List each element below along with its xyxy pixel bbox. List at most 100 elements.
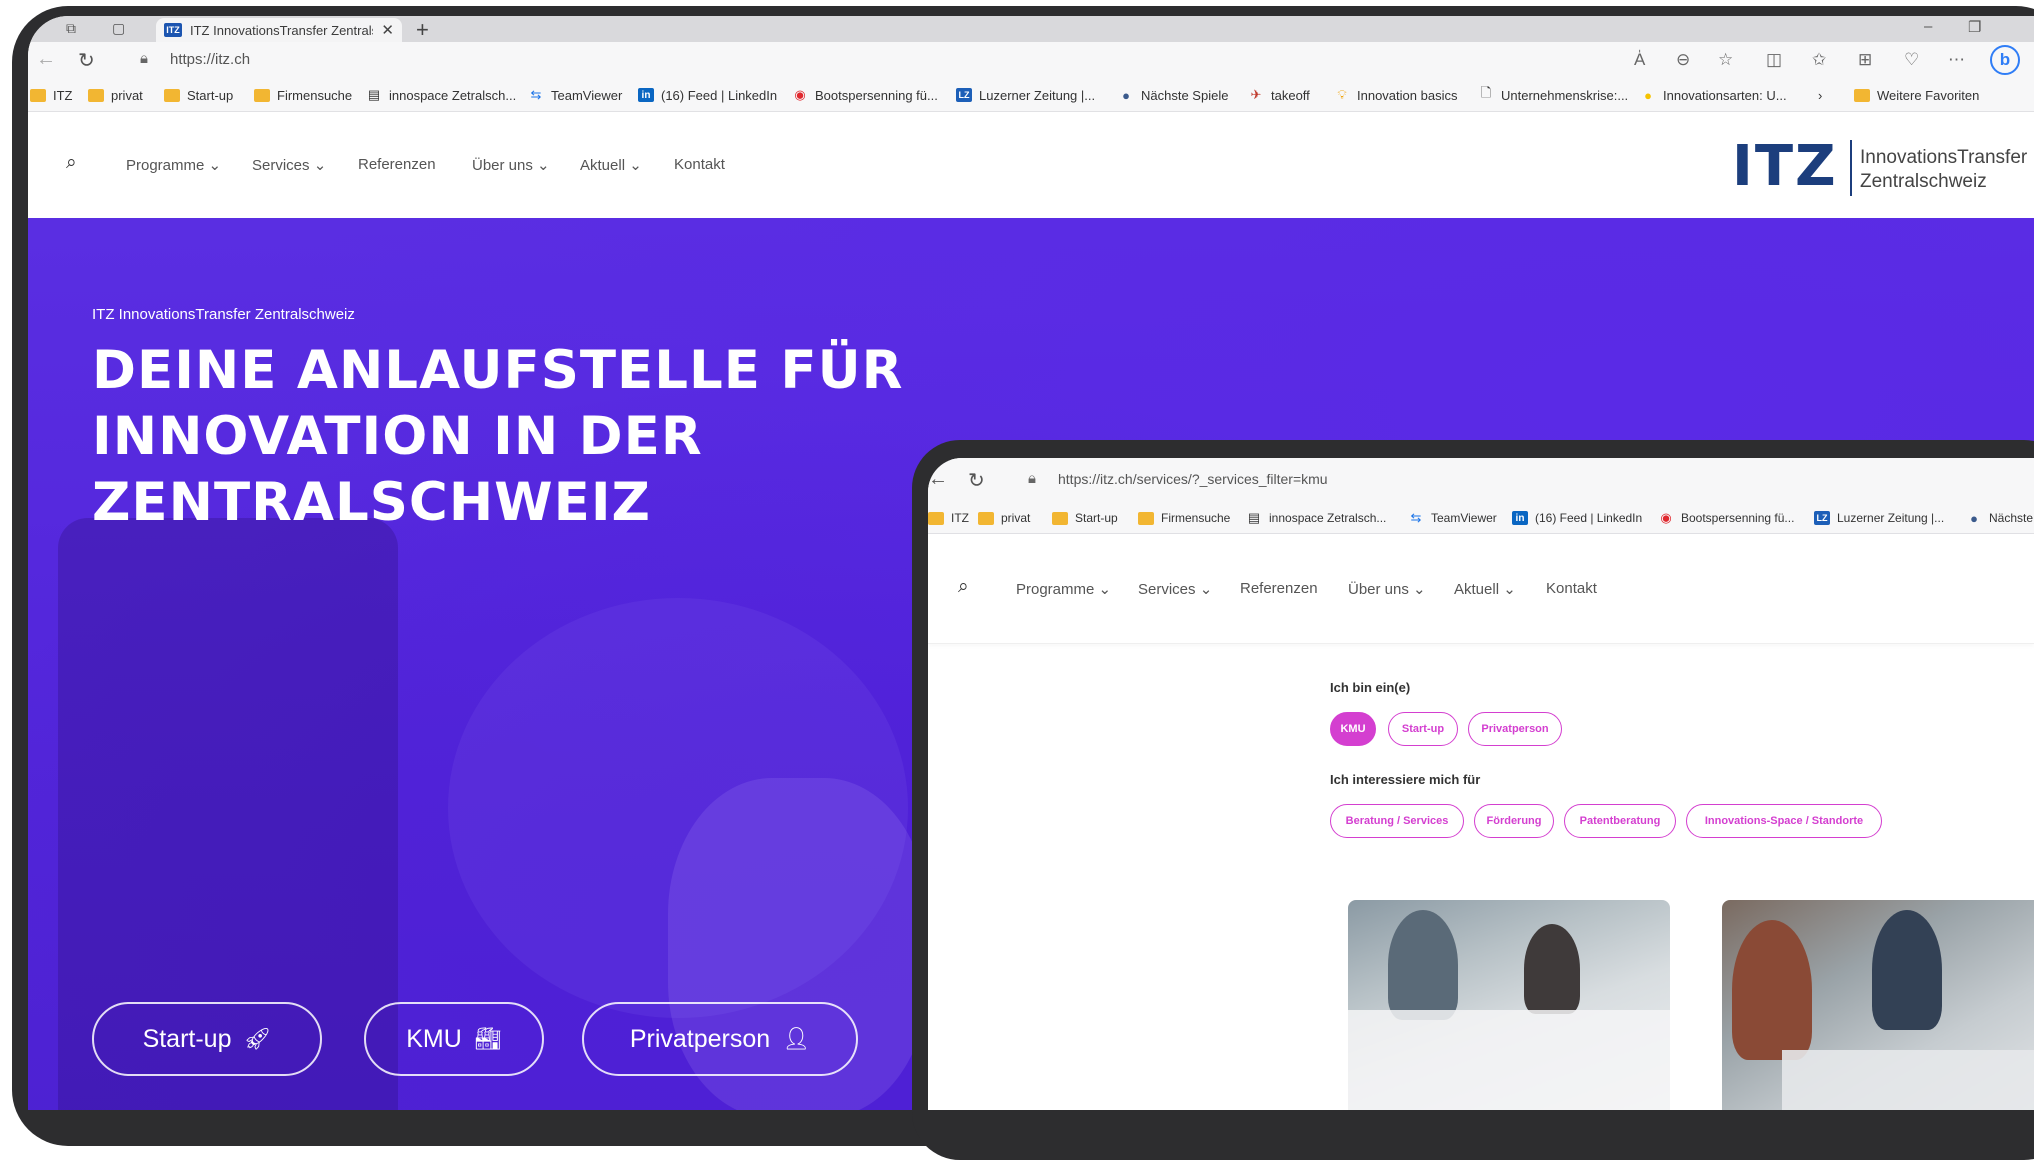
lz-icon: LZ: [956, 88, 972, 102]
front-url-field[interactable]: https://itz.ch/services/?_services_filte…: [1058, 471, 1328, 487]
nav-aktuell[interactable]: Aktuell ⌄: [1454, 580, 1516, 598]
bookmark-item[interactable]: privat: [978, 502, 1030, 534]
bookmark-item[interactable]: Firmensuche: [1138, 502, 1230, 534]
back-arrow-icon[interactable]: ←: [36, 48, 56, 71]
nav-referenzen[interactable]: Referenzen: [1240, 580, 1318, 597]
bookmark-item[interactable]: in (16) Feed | LinkedIn: [638, 78, 777, 112]
bookmark-item[interactable]: ✈ takeoff: [1248, 78, 1310, 112]
photo-person: [1524, 924, 1580, 1014]
read-aloud-icon[interactable]: A̍: [1634, 50, 1645, 70]
tab-actions-icon[interactable]: ▢: [112, 20, 125, 37]
nav-ueber-uns[interactable]: Über uns ⌄: [472, 156, 550, 174]
bookmark-item[interactable]: Start-up: [164, 78, 233, 112]
chevron-down-icon: ⌄: [1199, 581, 1213, 598]
nav-referenzen[interactable]: Referenzen: [358, 156, 436, 173]
bookmark-item[interactable]: ITZ: [30, 78, 73, 112]
filter-pill-patentberatung[interactable]: Patentberatung: [1564, 804, 1676, 838]
linkedin-icon: in: [638, 88, 654, 102]
reload-icon[interactable]: ↻: [78, 48, 95, 73]
nav-services[interactable]: Services ⌄: [252, 156, 326, 174]
extensions-icon[interactable]: ♡: [1904, 50, 1919, 70]
logo-divider: [1850, 140, 1852, 196]
split-screen-icon[interactable]: ◫: [1766, 50, 1782, 70]
bookmark-item[interactable]: Firmensuche: [254, 78, 352, 112]
site-header: ⌕ Programme ⌄ Services ⌄ Referenzen Über…: [28, 112, 2034, 218]
bookmark-item[interactable]: ITZ: [928, 502, 969, 534]
tab-close-icon[interactable]: ✕: [381, 21, 394, 39]
folder-icon: [88, 88, 104, 102]
service-card-image[interactable]: [1722, 900, 2034, 1110]
bookmarks-bar: ITZ privat Start-up Firmensuche ▤ innospa…: [28, 78, 2034, 112]
filter-pill-foerderung[interactable]: Förderung: [1474, 804, 1554, 838]
itz-logo[interactable]: ITZ: [1732, 134, 1838, 199]
tab-title: ITZ InnovationsTransfer Zentralsc: [190, 22, 374, 38]
chevron-down-icon: ⌄: [537, 157, 550, 174]
reload-icon[interactable]: ↻: [968, 468, 985, 493]
restore-icon[interactable]: ❐: [1968, 18, 1981, 36]
bulb-icon: 💡︎: [1337, 87, 1347, 102]
nav-kontakt[interactable]: Kontakt: [674, 156, 725, 173]
bookmark-item[interactable]: privat: [88, 78, 143, 112]
minimize-icon[interactable]: –: [1924, 18, 1932, 35]
nav-programme[interactable]: Programme ⌄: [1016, 580, 1111, 598]
bookmark-item[interactable]: in (16) Feed | LinkedIn: [1512, 502, 1642, 534]
cta-kmu-button[interactable]: KMU 🏭︎: [364, 1002, 544, 1076]
cta-privatperson-button[interactable]: Privatperson 👤︎: [582, 1002, 858, 1076]
favorite-star-icon[interactable]: ☆: [1718, 50, 1733, 70]
nav-kontakt[interactable]: Kontakt: [1546, 580, 1597, 597]
bookmark-item[interactable]: ● Innovationsarten: U...: [1640, 78, 1787, 112]
search-icon[interactable]: ⌕: [958, 576, 969, 598]
nav-aktuell[interactable]: Aktuell ⌄: [580, 156, 642, 174]
user-icon: 👤︎: [782, 1026, 811, 1051]
filter-pill-startup[interactable]: Start-up: [1388, 712, 1458, 746]
front-address-bar: ← ↻ 🔒︎ https://itz.ch/services/?_service…: [928, 458, 2034, 502]
more-menu-icon[interactable]: ⋯: [1948, 50, 1965, 70]
chevron-down-icon: ⌄: [313, 157, 327, 174]
bookmark-item[interactable]: ● Nächste: [1966, 502, 2033, 534]
bookmark-item[interactable]: ▤ innospace Zetralsch...: [366, 78, 516, 112]
front-bookmarks-bar: ITZ privat Start-up Firmensuche ▤ innospa…: [928, 502, 2034, 534]
bookmarks-overflow-chevron-icon[interactable]: ›: [1818, 78, 1822, 112]
club-icon: ●: [1122, 87, 1130, 103]
bookmark-item[interactable]: 🗋︎ Unternehmenskrise:...: [1478, 78, 1628, 112]
chevron-down-icon: ⌄: [1503, 581, 1516, 598]
filter-pill-innovations-space[interactable]: Innovations-Space / Standorte: [1686, 804, 1882, 838]
bookmark-item[interactable]: 💡︎ Innovation basics: [1334, 78, 1457, 112]
collections-icon[interactable]: ⊞: [1858, 50, 1872, 70]
bing-copilot-icon[interactable]: b: [1990, 45, 2020, 75]
browser-tab-itz[interactable]: ITZ ITZ InnovationsTransfer Zentralsc ✕: [156, 18, 402, 42]
search-icon[interactable]: ⌕: [66, 152, 77, 174]
filter-pill-privatperson[interactable]: Privatperson: [1468, 712, 1562, 746]
bookmark-item[interactable]: Start-up: [1052, 502, 1118, 534]
filter-label-interest: Ich interessiere mich für: [1330, 772, 1481, 787]
back-arrow-icon[interactable]: ←: [928, 468, 948, 491]
favorites-icon[interactable]: ✩: [1812, 50, 1826, 70]
chevron-down-icon: ⌄: [1098, 581, 1112, 598]
club-icon: ●: [1970, 510, 1978, 526]
bookmark-item[interactable]: ◉ Bootspersenning fü...: [1658, 502, 1794, 534]
bookmark-item[interactable]: ⇆ TeamViewer: [1408, 502, 1497, 534]
cta-startup-button[interactable]: Start-up 🚀︎: [92, 1002, 322, 1076]
nav-programme[interactable]: Programme ⌄: [126, 156, 221, 174]
workspaces-icon[interactable]: ⧉: [66, 20, 76, 37]
linkedin-icon: in: [1512, 511, 1528, 525]
bookmark-item[interactable]: LZ Luzerner Zeitung |...: [956, 78, 1095, 112]
bookmark-item[interactable]: LZ Luzerner Zeitung |...: [1814, 502, 1944, 534]
service-card-image[interactable]: [1348, 900, 1670, 1110]
bookmark-item[interactable]: Weitere Favoriten: [1854, 78, 1979, 112]
new-tab-icon[interactable]: +: [416, 17, 429, 43]
nav-ueber-uns[interactable]: Über uns ⌄: [1348, 580, 1426, 598]
teamviewer-icon: ⇆: [1410, 510, 1422, 525]
filter-pill-beratung[interactable]: Beratung / Services: [1330, 804, 1464, 838]
bookmark-item[interactable]: ● Nächste Spiele: [1118, 78, 1228, 112]
filter-pill-kmu[interactable]: KMU: [1330, 712, 1376, 746]
page-icon: ▤: [367, 87, 381, 102]
url-field[interactable]: https://itz.ch: [170, 51, 250, 68]
lz-icon: LZ: [1814, 511, 1830, 525]
nav-services[interactable]: Services ⌄: [1138, 580, 1212, 598]
bookmark-item[interactable]: ▤ innospace Zetralsch...: [1246, 502, 1387, 534]
zoom-icon[interactable]: ⊖: [1676, 50, 1690, 70]
folder-icon: [164, 88, 180, 102]
bookmark-item[interactable]: ◉ Bootspersenning fü...: [792, 78, 938, 112]
bookmark-item[interactable]: ⇆ TeamViewer: [528, 78, 623, 112]
